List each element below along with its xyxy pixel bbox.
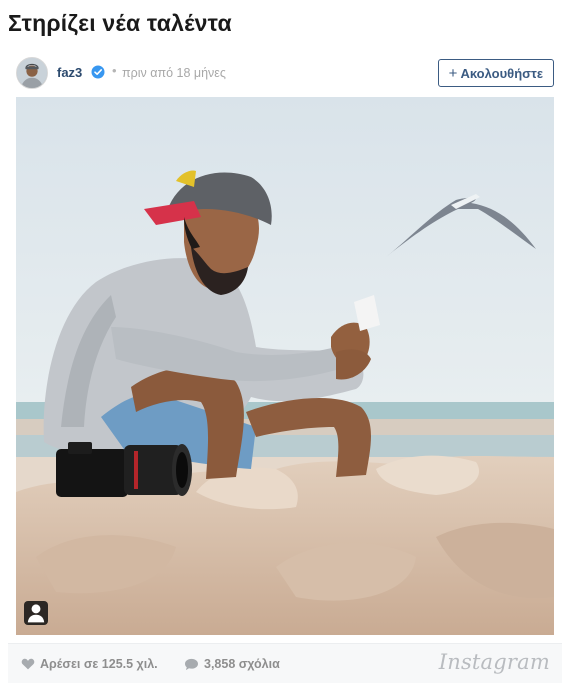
instagram-logo[interactable]: Instagram [439, 650, 550, 674]
post-timestamp[interactable]: πριν από 18 μήνες [122, 66, 226, 80]
like-count[interactable]: Αρέσει σε 125.5 χιλ. [21, 657, 158, 671]
post-footer: Αρέσει σε 125.5 χιλ. 3,858 σχόλια Instag… [8, 643, 562, 683]
follow-button-label: Ακολουθήστε [460, 65, 543, 81]
separator-dot: • [112, 63, 117, 78]
like-count-label: Αρέσει σε 125.5 χιλ. [40, 657, 158, 671]
plus-icon: + [448, 64, 458, 82]
comment-count-label: 3,858 σχόλια [204, 657, 280, 671]
user-tag-icon[interactable] [24, 601, 48, 625]
post-photo[interactable] [16, 97, 554, 635]
page-title: Στηρίζει νέα ταλέντα [8, 10, 232, 36]
post-header: faz3 • πριν από 18 μήνες + Ακολουθήστε [16, 56, 554, 92]
username-link[interactable]: faz3 [57, 65, 82, 80]
heart-icon [21, 658, 35, 670]
avatar[interactable] [16, 57, 48, 89]
comment-count[interactable]: 3,858 σχόλια [184, 657, 280, 671]
speech-bubble-icon [184, 658, 199, 671]
follow-button[interactable]: + Ακολουθήστε [437, 59, 554, 87]
verified-badge-icon [91, 65, 105, 79]
